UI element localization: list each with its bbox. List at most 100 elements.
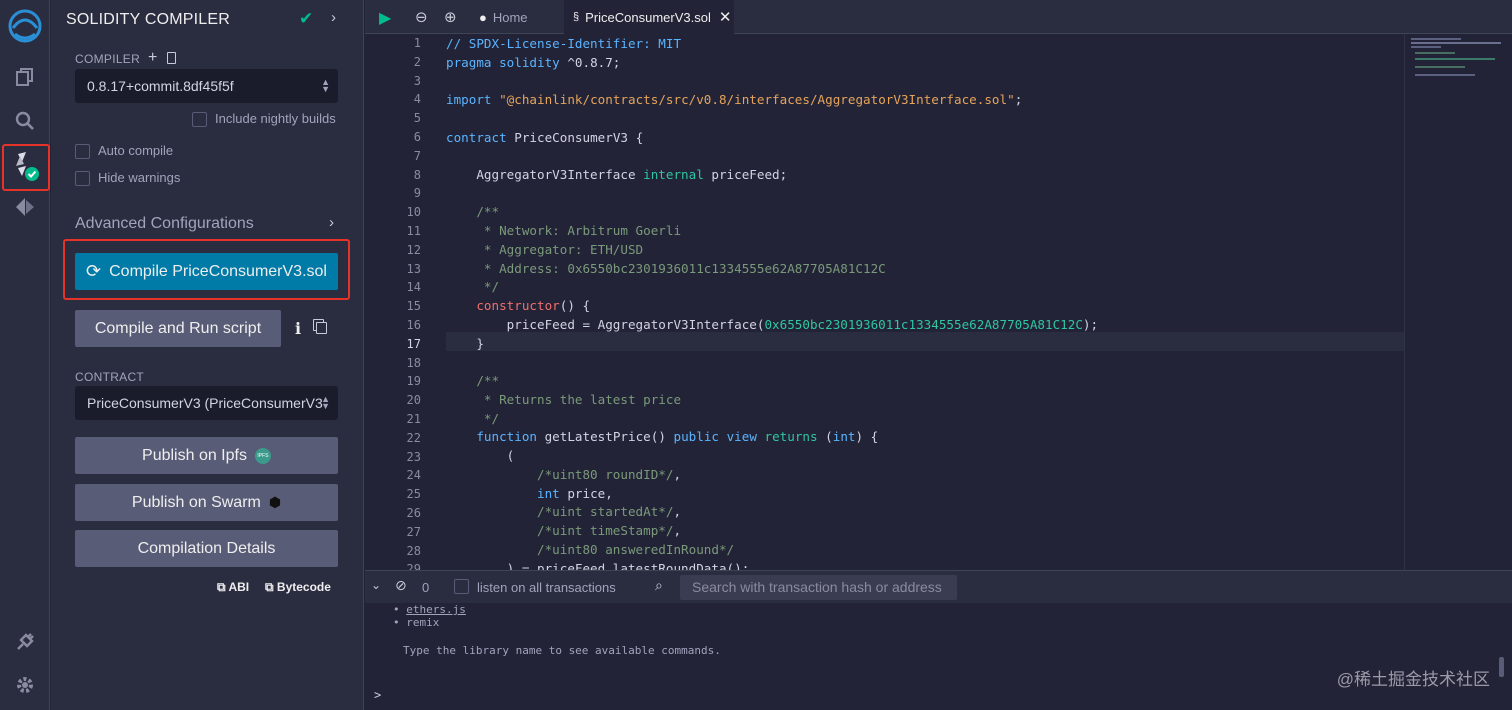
hide-warnings-label: Hide warnings bbox=[98, 170, 181, 185]
bytecode-label: Bytecode bbox=[276, 580, 331, 594]
compiler-highlight-box bbox=[2, 144, 50, 191]
compile-button[interactable]: ⟳ Compile PriceConsumerV3.sol bbox=[75, 253, 338, 290]
chevron-right-icon[interactable]: › bbox=[331, 9, 336, 26]
code-line: */ bbox=[446, 411, 500, 426]
terminal-line: • ethers.js bbox=[393, 603, 466, 616]
tab-file[interactable]: § PriceConsumerV3.sol ✕ bbox=[564, 0, 734, 34]
file-explorer-icon[interactable] bbox=[0, 57, 50, 97]
line-number: 27 bbox=[406, 524, 421, 539]
include-nightly-label: Include nightly builds bbox=[215, 111, 336, 126]
terminal-line: • remix bbox=[393, 616, 440, 629]
compilation-details-button[interactable]: Compilation Details bbox=[75, 530, 338, 567]
search-icon[interactable] bbox=[0, 101, 50, 141]
bytecode-link[interactable]: ⧉ Bytecode bbox=[265, 580, 331, 595]
line-number: 9 bbox=[413, 186, 421, 201]
transaction-search-input[interactable]: Search with transaction hash or address bbox=[680, 575, 957, 600]
code-line: * Returns the latest price bbox=[446, 392, 682, 407]
line-number: 20 bbox=[406, 393, 421, 408]
publish-swarm-button[interactable]: Publish on Swarm ⬢ bbox=[75, 484, 338, 521]
code-line: function getLatestPrice() public view re… bbox=[476, 429, 879, 444]
publish-ipfs-button[interactable]: Publish on Ipfs IPFS bbox=[75, 437, 338, 474]
code-line: int price, bbox=[537, 486, 613, 501]
remix-item: remix bbox=[406, 616, 440, 629]
line-number: 29 bbox=[406, 562, 421, 570]
compiler-version-select[interactable]: 0.8.17+commit.8df45f5f ▲ ▼ bbox=[75, 69, 338, 103]
code-line: ( bbox=[446, 448, 515, 463]
plugin-manager-icon[interactable] bbox=[0, 622, 50, 662]
compile-run-script-button[interactable]: Compile and Run script bbox=[75, 310, 281, 347]
code-line: /*uint80 answeredInRound*/ bbox=[446, 542, 735, 557]
copy-icon: ⧉ bbox=[217, 580, 226, 594]
line-number: 6 bbox=[413, 130, 421, 144]
line-number: 25 bbox=[406, 487, 421, 502]
abi-label: ABI bbox=[228, 580, 250, 594]
line-number: 2 bbox=[413, 54, 421, 69]
terminal-scrollbar[interactable] bbox=[1499, 657, 1504, 677]
code-line: /*uint80 roundID*/, bbox=[446, 467, 682, 482]
code-line: */ bbox=[446, 279, 500, 294]
include-nightly-checkbox[interactable] bbox=[192, 112, 207, 127]
code-line: /** bbox=[446, 204, 500, 219]
code-line: pragma solidity ^0.8.7; bbox=[446, 55, 621, 70]
select-caret-icon: ▲ ▼ bbox=[321, 394, 330, 411]
hide-warnings-checkbox[interactable] bbox=[75, 171, 90, 186]
code-line: constructor() { bbox=[476, 298, 591, 313]
ethers-link[interactable]: ethers.js bbox=[406, 603, 466, 616]
panel-title: SOLIDITY COMPILER bbox=[66, 11, 231, 28]
contract-label: CONTRACT bbox=[75, 370, 145, 384]
pending-count: 0 bbox=[422, 580, 430, 595]
file-icon[interactable] bbox=[167, 52, 176, 64]
listen-transactions-checkbox[interactable] bbox=[454, 579, 469, 594]
remix-logo-icon[interactable] bbox=[0, 6, 50, 46]
line-number: 17 bbox=[406, 336, 421, 351]
auto-compile-checkbox[interactable] bbox=[75, 144, 90, 159]
advanced-configurations-toggle[interactable]: Advanced Configurations bbox=[75, 215, 254, 233]
compiler-version-value: 0.8.17+commit.8df45f5f bbox=[87, 78, 234, 94]
code-line: // SPDX-License-Identifier: MIT bbox=[446, 36, 682, 51]
line-number: 21 bbox=[406, 412, 421, 426]
line-number: 26 bbox=[406, 506, 421, 520]
copy-icon: ⧉ bbox=[265, 580, 274, 594]
publish-swarm-label: Publish on Swarm bbox=[131, 493, 261, 511]
code-editor[interactable]: 1 2 3 4 5 6 7 8 9 10 11 12 13 14 15 16 17 18 19 20 21 22 23 24 2… bbox=[365, 34, 1512, 570]
terminal-toolbar: ⌄ ⊘ 0 listen on all transactions ⌕ Searc… bbox=[365, 570, 1512, 603]
line-number: 16 bbox=[406, 318, 421, 332]
editor-minimap[interactable] bbox=[1404, 34, 1512, 570]
contract-select[interactable]: PriceConsumerV3 (PriceConsumerV3.sol) ▲ ▼ bbox=[75, 386, 338, 420]
copy-icon[interactable] bbox=[316, 322, 327, 334]
tab-home[interactable]: ● Home bbox=[473, 0, 553, 34]
compilation-details-label: Compilation Details bbox=[137, 539, 276, 557]
zoom-out-icon[interactable]: ⊖ bbox=[415, 8, 428, 26]
watermark-text: @稀土掘金技术社区 bbox=[1336, 670, 1490, 689]
publish-ipfs-label: Publish on Ipfs bbox=[142, 446, 247, 464]
collapse-terminal-icon[interactable]: ⌄ bbox=[371, 578, 381, 592]
line-number: 1 bbox=[413, 36, 421, 50]
code-line: * Aggregator: ETH/USD bbox=[446, 242, 644, 257]
zoom-in-icon[interactable]: ⊕ bbox=[444, 8, 457, 26]
terminal-output[interactable]: • ethers.js • remix Type the library nam… bbox=[365, 603, 1512, 710]
refresh-icon: ⟳ bbox=[86, 261, 102, 281]
line-number: 22 bbox=[406, 430, 421, 445]
ipfs-icon: IPFS bbox=[254, 447, 271, 464]
abi-link[interactable]: ⧉ ABI bbox=[217, 580, 249, 595]
compiler-label: COMPILER bbox=[75, 52, 141, 66]
code-line: * Address: 0x6550bc2301936011c1334555e62… bbox=[446, 261, 886, 276]
clear-terminal-icon[interactable]: ⊘ bbox=[395, 577, 407, 594]
terminal-prompt[interactable]: > bbox=[374, 688, 381, 702]
code-line: * Network: Arbitrum Goerli bbox=[446, 223, 682, 238]
add-compiler-icon[interactable]: + bbox=[148, 49, 158, 67]
chevron-right-icon[interactable]: › bbox=[329, 214, 334, 231]
auto-compile-label: Auto compile bbox=[98, 143, 174, 158]
info-icon[interactable]: i bbox=[295, 319, 301, 338]
line-number: 3 bbox=[413, 73, 421, 88]
line-number: 28 bbox=[406, 543, 421, 558]
line-number: 19 bbox=[406, 374, 421, 389]
swarm-icon: ⬢ bbox=[268, 494, 282, 510]
search-icon: ⌕ bbox=[655, 577, 663, 593]
settings-icon[interactable] bbox=[0, 665, 50, 705]
run-script-icon[interactable]: ▶ bbox=[379, 8, 391, 28]
close-icon[interactable]: ✕ bbox=[719, 8, 732, 26]
icon-bar bbox=[0, 0, 50, 710]
deploy-run-icon[interactable] bbox=[0, 187, 50, 227]
line-number: 18 bbox=[406, 355, 421, 370]
